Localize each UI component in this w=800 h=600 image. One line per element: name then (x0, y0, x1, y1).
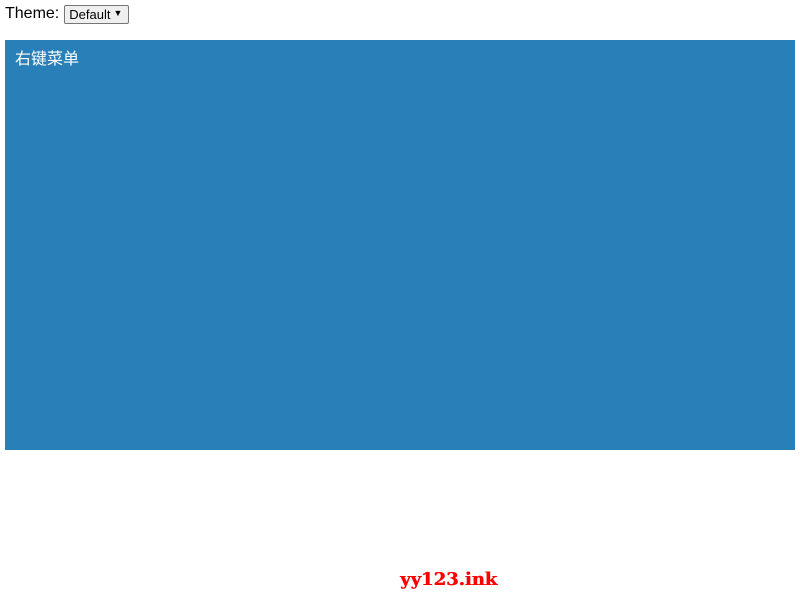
page: Theme: Default ▼ 右键菜单 yy123.ink (0, 0, 800, 600)
theme-select-value: Default (69, 6, 111, 22)
watermark: yy123.ink (400, 569, 498, 590)
chevron-down-icon: ▼ (113, 7, 123, 18)
context-menu-label: 右键菜单 (15, 49, 80, 68)
theme-select[interactable]: Default ▼ (64, 4, 130, 24)
theme-label: Theme: (5, 5, 60, 22)
context-menu-area[interactable]: 右键菜单 (5, 40, 795, 450)
theme-row: Theme: Default ▼ (5, 4, 130, 24)
